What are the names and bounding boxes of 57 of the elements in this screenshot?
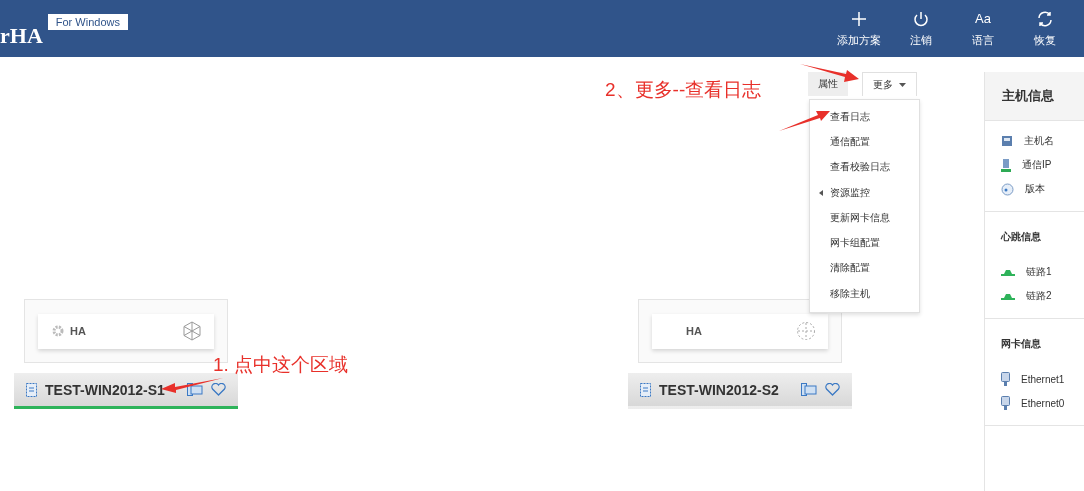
- annotation-text: 2、更多--查看日志: [605, 78, 762, 102]
- toolbar-button[interactable]: Aa 语言: [952, 9, 1014, 48]
- tab[interactable]: 更多: [862, 72, 917, 96]
- heart-icon: [211, 383, 226, 396]
- host-bar[interactable]: TEST-WIN2012-S1: [14, 373, 238, 409]
- network-card-icon: [1001, 396, 1010, 410]
- menu-item[interactable]: 移除主机: [810, 281, 919, 307]
- link-icon: [1001, 268, 1015, 276]
- toolbar-button[interactable]: 添加方案: [828, 9, 890, 48]
- info-item[interactable]: 链路2: [1026, 289, 1052, 303]
- menu-item[interactable]: 通信配置: [810, 129, 919, 155]
- host-bar[interactable]: TEST-WIN2012-S2: [628, 373, 852, 409]
- menu-item[interactable]: 查看日志: [810, 104, 919, 130]
- tab[interactable]: 属性: [808, 72, 848, 96]
- info-item[interactable]: 链路1: [1026, 265, 1052, 279]
- caret-icon: [899, 82, 906, 87]
- network-card-icon: [1001, 372, 1010, 386]
- gear-icon: [52, 325, 64, 337]
- info-item[interactable]: Ethernet0: [1021, 397, 1065, 409]
- host-name: TEST-WIN2012-S2: [659, 381, 780, 398]
- link-icon: [1001, 292, 1015, 300]
- info-item[interactable]: Ethernet1: [1021, 373, 1065, 385]
- host-name: TEST-WIN2012-S1: [45, 381, 166, 398]
- power-icon: [912, 9, 930, 28]
- info-item[interactable]: 主机名: [1024, 134, 1054, 148]
- heart-icon: [825, 383, 840, 396]
- disc-icon: [1001, 182, 1014, 196]
- section-heading: 网卡信息: [1001, 337, 1042, 351]
- computer-icon: [1001, 158, 1011, 172]
- service-card[interactable]: HA: [652, 313, 828, 349]
- service-name: HA: [686, 325, 702, 337]
- refresh-icon: [1036, 9, 1054, 28]
- menu-item[interactable]: 网卡组配置: [810, 230, 919, 256]
- menu-item[interactable]: 更新网卡信息: [810, 205, 919, 231]
- server-icon: [26, 382, 37, 397]
- panel-title: 主机信息: [985, 72, 1084, 121]
- service-card[interactable]: HA: [38, 313, 214, 349]
- cube-icon: [182, 321, 202, 341]
- info-item[interactable]: 版本: [1025, 182, 1045, 196]
- server-icon: [640, 382, 651, 397]
- logo: rHA: [0, 22, 43, 49]
- monitor-icon: [801, 383, 817, 396]
- font-icon: Aa: [975, 9, 991, 28]
- info-item[interactable]: 通信IP: [1022, 158, 1052, 172]
- toolbar-button[interactable]: 恢复: [1014, 9, 1076, 48]
- plus-icon: [850, 9, 868, 28]
- menu-item[interactable]: 查看校验日志: [810, 154, 919, 180]
- toolbar-button[interactable]: 注销: [890, 9, 952, 48]
- section-heading: 心跳信息: [1001, 230, 1042, 244]
- caret-icon: [819, 189, 823, 196]
- service-name: HA: [70, 325, 86, 337]
- menu-item[interactable]: 资源监控: [810, 179, 919, 206]
- menu-item[interactable]: 清除配置: [810, 255, 919, 282]
- arrow: [779, 109, 831, 133]
- platform-badge: For Windows: [47, 13, 128, 30]
- sphere-icon: [796, 321, 816, 341]
- server-icon: [1001, 135, 1013, 147]
